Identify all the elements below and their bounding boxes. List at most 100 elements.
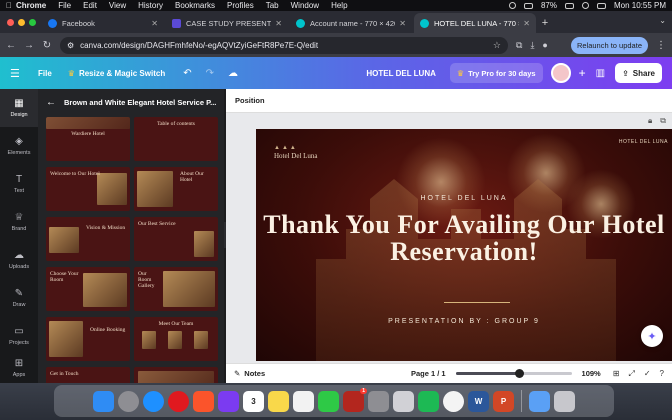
menu-help[interactable]: Help <box>331 1 347 10</box>
grid-view-icon[interactable]: ⊞ <box>613 369 620 379</box>
extensions-icon[interactable]: ⧉ <box>516 40 522 51</box>
tab-search-icon[interactable]: ⌄ <box>659 16 666 25</box>
close-window-icon[interactable] <box>7 19 14 26</box>
try-pro-button[interactable]: ♛ Try Pro for 30 days <box>449 63 543 83</box>
preview-icon[interactable] <box>393 390 414 412</box>
tab-account-name[interactable]: Account name - 770 × 420px ✕ <box>290 13 412 33</box>
cloud-save-icon[interactable]: ☁ <box>228 68 238 79</box>
hotel-logo[interactable]: ▲▲▲ Hotel Del Luna <box>274 145 318 160</box>
template-thumb[interactable]: Our Best Service <box>134 217 218 261</box>
back-arrow-icon[interactable]: ← <box>46 97 56 108</box>
apple-icon[interactable]:  <box>6 1 16 10</box>
menu-edit[interactable]: Edit <box>83 1 97 10</box>
file-menu-button[interactable]: File <box>38 69 52 78</box>
rail-item-draw[interactable]: ✎ Draw <box>0 279 38 317</box>
check-icon[interactable]: ✓ <box>644 369 651 379</box>
tab-case-study[interactable]: CASE STUDY PRESENTATION ✕ <box>166 13 288 33</box>
address-bar[interactable]: ⚙ canva.com/design/DAGHFmhfeNo/-egAQVtZy… <box>60 36 508 54</box>
share-button[interactable]: ⇪ Share <box>615 63 662 83</box>
position-button[interactable]: Position <box>235 96 265 105</box>
rail-item-elements[interactable]: ◈ Elements <box>0 127 38 165</box>
downloads-icon[interactable] <box>529 390 550 412</box>
fullscreen-icon[interactable]: ⤢ <box>628 369 634 379</box>
main-menu-icon[interactable]: ☰ <box>10 67 28 80</box>
back-arrow-icon[interactable]: ← <box>6 40 16 51</box>
close-tab-icon[interactable]: ✕ <box>151 19 158 28</box>
finder-icon[interactable] <box>93 390 114 412</box>
template-thumb[interactable]: Welcome to Our Hotel <box>46 167 130 211</box>
relaunch-to-update-button[interactable]: Relaunch to update <box>570 36 648 54</box>
menu-file[interactable]: File <box>58 1 71 10</box>
profile-avatar-icon[interactable]: ● <box>542 40 547 50</box>
slide-heading[interactable]: Thank You For Availing Our Hotel Reserva… <box>256 211 672 265</box>
slide-footer[interactable]: PRESENTATION BY : GROUP 9 <box>256 318 672 325</box>
template-thumb[interactable]: About Our Hotel <box>134 167 218 211</box>
menu-tab[interactable]: Tab <box>266 1 279 10</box>
brave-icon[interactable] <box>193 390 214 412</box>
reload-icon[interactable]: ↻ <box>42 40 52 51</box>
rail-item-text[interactable]: T Text <box>0 165 38 203</box>
menu-window[interactable]: Window <box>291 1 319 10</box>
system-settings-icon[interactable] <box>368 390 389 412</box>
tab-hotel-del-luna[interactable]: HOTEL DEL LUNA - 770 × 420 ✕ <box>414 13 536 33</box>
battery-icon[interactable] <box>564 2 574 9</box>
site-info-icon[interactable]: ⚙ <box>67 41 74 50</box>
menubar-clock[interactable]: Mon 10:55 PM <box>614 1 666 10</box>
menu-bookmarks[interactable]: Bookmarks <box>175 1 215 10</box>
photo-booth-icon[interactable]: 1 <box>343 387 367 412</box>
menu-profiles[interactable]: Profiles <box>227 1 254 10</box>
word-icon[interactable]: W <box>468 390 489 412</box>
opera-icon[interactable] <box>168 390 189 412</box>
rail-item-apps[interactable]: ⊞ Apps <box>0 355 38 381</box>
zoom-slider[interactable] <box>455 369 572 378</box>
rail-item-projects[interactable]: ▭ Projects <box>0 317 38 355</box>
insights-chart-icon[interactable]: ▥ <box>596 68 605 79</box>
duplicate-page-icon[interactable]: ⧉ <box>660 116 666 126</box>
safari-icon[interactable] <box>143 390 164 412</box>
rail-item-uploads[interactable]: ☁ Uploads <box>0 241 38 279</box>
url-text[interactable]: canva.com/design/DAGHFmhfeNo/-egAQVtZyiG… <box>80 41 487 50</box>
control-center-icon[interactable] <box>596 2 606 9</box>
new-tab-button[interactable]: + <box>538 13 552 33</box>
bookmark-star-icon[interactable]: ☆ <box>493 40 501 51</box>
notes-icon[interactable] <box>268 390 289 412</box>
template-thumb[interactable]: Our Room Gallery <box>134 267 218 311</box>
template-thumb[interactable]: Meet Our Team <box>134 317 218 361</box>
lock-icon[interactable]: 🔒︎ <box>648 116 652 126</box>
magic-assistant-button[interactable]: ✦ <box>641 325 663 347</box>
powerpoint-icon[interactable]: P <box>493 390 514 412</box>
template-thumb[interactable]: Choose Your Room <box>46 267 130 311</box>
redo-icon[interactable]: ↷ <box>206 68 214 79</box>
minimize-window-icon[interactable] <box>18 19 25 26</box>
tab-facebook[interactable]: Facebook ✕ <box>42 13 164 33</box>
zoom-slider-handle[interactable] <box>515 369 525 378</box>
close-tab-icon[interactable]: ✕ <box>275 19 282 28</box>
launchpad-icon[interactable] <box>118 390 139 412</box>
more-options-icon[interactable]: ⋮ <box>656 40 666 51</box>
zoom-level[interactable]: 109% <box>582 369 601 378</box>
chrome-icon[interactable] <box>443 390 464 412</box>
slide-eyebrow[interactable]: HOTEL DEL LUNA <box>256 195 672 202</box>
download-icon[interactable]: ⤓ <box>530 40 534 51</box>
document-title[interactable]: HOTEL DEL LUNA <box>366 69 435 78</box>
resize-magic-switch-button[interactable]: ♛ Resize & Magic Switch <box>68 69 165 78</box>
messenger-icon[interactable] <box>218 390 239 412</box>
wifi-icon[interactable] <box>523 2 533 9</box>
slide-top-right-label[interactable]: HOTEL DEL LUNA <box>619 139 668 145</box>
photos-icon[interactable] <box>293 390 314 412</box>
screen-record-icon[interactable] <box>508 2 516 9</box>
close-tab-icon[interactable]: ✕ <box>399 19 406 28</box>
forward-arrow-icon[interactable]: → <box>24 40 34 51</box>
notes-button[interactable]: ✎ Notes <box>234 369 265 378</box>
template-thumb[interactable]: Vision & Mission <box>46 217 130 261</box>
zoom-window-icon[interactable] <box>29 19 36 26</box>
page-indicator[interactable]: Page 1 / 1 <box>411 369 446 378</box>
menu-app-name[interactable]: Chrome <box>16 1 46 10</box>
slide-canvas[interactable]: ▲▲▲ Hotel Del Luna HOTEL DEL LUNA HOTEL … <box>256 129 672 361</box>
trash-icon[interactable] <box>554 390 575 412</box>
close-tab-icon[interactable]: ✕ <box>523 19 530 28</box>
battery-percent[interactable]: 87% <box>541 1 557 10</box>
spotify-icon[interactable] <box>418 390 439 412</box>
facetime-icon[interactable] <box>318 390 339 412</box>
calendar-icon[interactable]: 3 <box>243 390 264 412</box>
